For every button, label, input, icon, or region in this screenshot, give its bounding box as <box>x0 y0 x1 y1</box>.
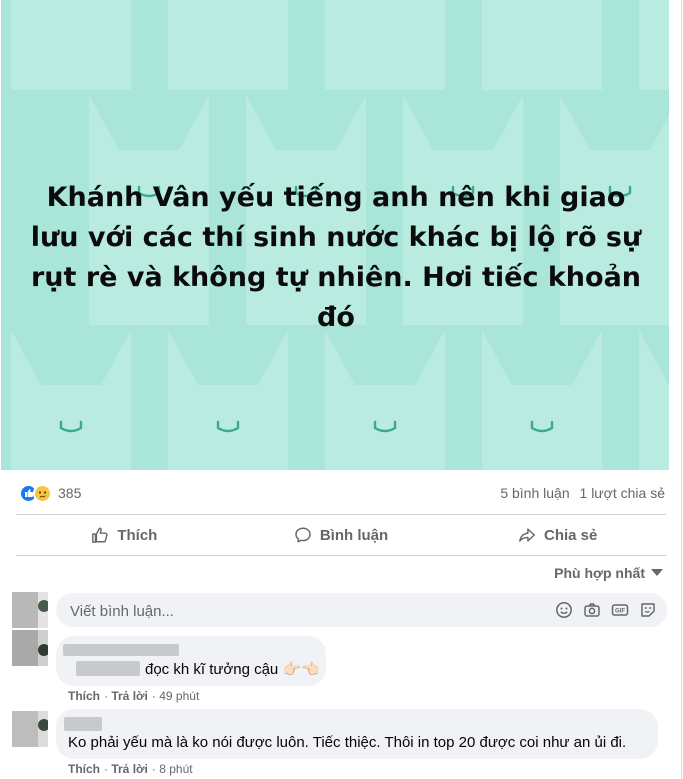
cat-silhouette <box>11 330 131 470</box>
commenter-avatar[interactable] <box>12 630 48 666</box>
commenter-name-redacted <box>63 644 179 656</box>
cat-silhouette <box>482 0 602 90</box>
divider <box>16 555 666 556</box>
comment-bubble: Ko phải yếu mà là ko nói được luôn. Tiếc… <box>56 709 658 759</box>
like-button[interactable]: Thích <box>16 516 233 554</box>
comment-input[interactable] <box>68 593 532 629</box>
comment-meta: Thích · Trả lời · 49 phút <box>68 689 200 703</box>
cat-silhouette <box>168 330 288 470</box>
comment-button[interactable]: Bình luận <box>233 516 450 554</box>
comment-icon <box>295 527 311 543</box>
cat-silhouette <box>639 0 669 90</box>
reaction-count: 385 <box>58 485 82 501</box>
post-text: Khánh Vân yếu tiếng anh nên khi giao lưu… <box>30 182 642 333</box>
comment-time[interactable]: 8 phút <box>159 762 192 776</box>
gif-icon[interactable]: GIF <box>611 601 629 619</box>
comment-bubble: đọc kh kĩ tưởng cậu 👉🏻👈🏻 <box>56 636 326 686</box>
divider <box>16 514 666 515</box>
comment-meta: Thích · Trả lời · 8 phút <box>68 762 193 776</box>
post-stats: 5 bình luận 1 lượt chia sẻ <box>494 485 665 501</box>
svg-text:GIF: GIF <box>615 609 625 615</box>
comment-reply-link[interactable]: Trả lời <box>111 689 148 703</box>
comment-text: đọc kh kĩ tưởng cậu 👉🏻👈🏻 <box>145 661 320 678</box>
sad-reaction-icon <box>33 483 52 503</box>
comment-reply-link[interactable]: Trả lời <box>111 762 148 776</box>
share-button[interactable]: Chia sẻ <box>449 516 666 554</box>
sticker-icon[interactable] <box>639 601 657 619</box>
comment-time[interactable]: 49 phút <box>159 689 199 703</box>
camera-icon[interactable] <box>583 601 601 619</box>
share-count-link[interactable]: 1 lượt chia sẻ <box>580 485 665 501</box>
composer-tools: GIF <box>545 601 657 619</box>
cat-silhouette <box>639 330 669 470</box>
comment-like-link[interactable]: Thích <box>68 762 100 776</box>
post-card: Khánh Vân yếu tiếng anh nên khi giao lưu… <box>0 0 682 779</box>
cat-silhouette <box>482 330 602 470</box>
cat-silhouette <box>325 0 445 90</box>
thumbs-up-icon <box>92 527 108 543</box>
commenter-avatar[interactable] <box>12 711 48 747</box>
comment-like-link[interactable]: Thích <box>68 689 100 703</box>
comment-label: Bình luận <box>319 526 389 544</box>
share-label: Chia sẻ <box>544 526 598 544</box>
post-actions: Thích Bình luận Chia sẻ <box>16 516 666 554</box>
emoji-icon[interactable] <box>555 601 573 619</box>
comment-sort-dropdown[interactable]: Phù hợp nhất <box>554 565 663 581</box>
reactions-summary[interactable]: 385 <box>19 482 81 504</box>
cat-silhouette <box>168 0 288 90</box>
comment-text: Ko phải yếu mà là ko nói được luôn. Tiếc… <box>68 734 627 751</box>
cat-silhouette <box>325 330 445 470</box>
current-user-avatar[interactable] <box>12 592 48 628</box>
post-background: Khánh Vân yếu tiếng anh nên khi giao lưu… <box>1 0 669 470</box>
chevron-down-icon <box>651 569 663 576</box>
like-label: Thích <box>117 526 158 544</box>
mention-redacted <box>76 661 140 676</box>
commenter-name-redacted <box>64 717 102 731</box>
share-icon <box>519 528 535 542</box>
comment-composer: GIF <box>56 593 667 629</box>
comment-count-link[interactable]: 5 bình luận <box>500 485 569 501</box>
sort-label: Phù hợp nhất <box>554 565 645 581</box>
cat-silhouette <box>11 0 131 90</box>
